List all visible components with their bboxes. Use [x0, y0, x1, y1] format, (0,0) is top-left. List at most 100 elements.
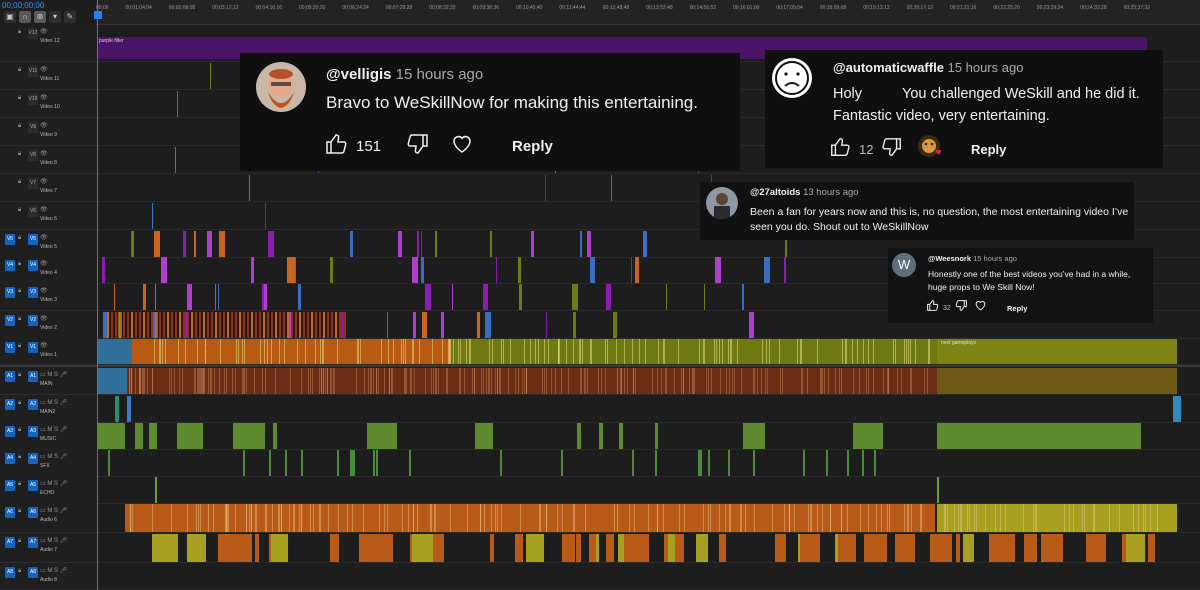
timeline-clip[interactable]	[477, 312, 480, 338]
timeline-clip[interactable]	[910, 339, 911, 364]
timeline-clip[interactable]	[632, 450, 634, 476]
timeline-clip[interactable]	[211, 368, 212, 394]
timeline-clip[interactable]	[492, 339, 493, 364]
timeline-clip[interactable]	[279, 312, 281, 338]
timeline-clip[interactable]	[235, 368, 236, 394]
timeline-clip[interactable]	[730, 504, 731, 532]
timeline-clip[interactable]	[334, 368, 335, 394]
timeline-clip[interactable]	[1069, 504, 1070, 532]
timeline-clip[interactable]	[177, 423, 203, 449]
timeline-clip[interactable]	[123, 312, 125, 338]
timeline-clip[interactable]	[526, 534, 544, 562]
timeline-clip[interactable]	[402, 504, 403, 532]
timeline-clip[interactable]	[435, 504, 436, 532]
timeline-clip[interactable]	[1073, 504, 1074, 532]
timeline-clip[interactable]	[963, 534, 974, 562]
timeline-clip[interactable]	[323, 312, 325, 338]
lock-icon[interactable]: 🔒︎	[18, 207, 21, 214]
timeline-clip[interactable]	[435, 231, 437, 257]
timeline-clip[interactable]	[661, 368, 662, 394]
timeline-clip[interactable]	[720, 368, 721, 394]
timeline-clip[interactable]	[742, 284, 744, 310]
track-lane-a2[interactable]	[97, 395, 1200, 423]
timeline-clip[interactable]	[483, 368, 484, 394]
timeline-clip[interactable]	[249, 504, 250, 532]
timeline-clip[interactable]	[927, 368, 928, 394]
timeline-clip[interactable]	[866, 368, 867, 394]
timeline-clip[interactable]	[185, 339, 186, 364]
timeline-clip[interactable]	[624, 368, 625, 394]
timeline-clip[interactable]	[767, 368, 768, 394]
timeline-clip[interactable]	[807, 368, 808, 394]
timeline-clip[interactable]	[897, 368, 898, 394]
timeline-clip[interactable]	[393, 339, 394, 364]
lock-icon[interactable]: 🔒︎	[18, 29, 21, 36]
timeline-clip[interactable]	[1036, 504, 1037, 532]
timeline-clip[interactable]	[621, 368, 622, 394]
timeline-clip[interactable]	[417, 231, 419, 257]
timeline-clip[interactable]	[425, 284, 431, 310]
timeline-clip[interactable]	[297, 339, 298, 364]
timeline-clip[interactable]	[960, 504, 961, 532]
timeline-clip[interactable]	[450, 339, 451, 364]
timeline-clip[interactable]	[846, 339, 847, 364]
timeline-clip[interactable]	[566, 339, 567, 364]
timeline-clip[interactable]	[331, 368, 332, 394]
timeline-clip[interactable]	[165, 339, 166, 364]
timeline-clip[interactable]	[573, 504, 574, 532]
timeline-clip[interactable]	[663, 504, 664, 532]
eye-icon[interactable]: 👁︎	[40, 94, 48, 101]
timeline-clip[interactable]	[167, 312, 169, 338]
lock-icon[interactable]: 🔒︎	[18, 179, 21, 186]
source-patch[interactable]: V5	[5, 234, 15, 245]
timeline-clip[interactable]	[643, 231, 647, 257]
timeline-clip[interactable]	[893, 339, 894, 364]
timeline-clip[interactable]	[606, 284, 611, 310]
timeline-clip[interactable]	[614, 504, 615, 532]
timeline-clip[interactable]	[195, 368, 196, 394]
timeline-clip[interactable]	[438, 368, 439, 394]
timeline-clip[interactable]	[360, 339, 361, 364]
timeline-clip[interactable]	[239, 312, 241, 338]
timeline-clip[interactable]	[289, 504, 290, 532]
timeline-clip[interactable]	[364, 368, 365, 394]
timeline-clip[interactable]	[256, 504, 257, 532]
track-target[interactable]: A2	[28, 399, 38, 410]
timeline-clip[interactable]	[323, 339, 324, 364]
timeline-clip[interactable]	[362, 534, 373, 562]
timeline-clip[interactable]	[363, 504, 364, 532]
timeline-clip[interactable]	[524, 368, 525, 394]
track-lane-a3[interactable]	[97, 422, 1200, 450]
timeline-clip[interactable]	[728, 450, 730, 476]
track-target[interactable]: A7	[28, 537, 38, 548]
timeline-clip[interactable]	[822, 368, 823, 394]
timeline-clip[interactable]	[757, 368, 758, 394]
timeline-clip[interactable]	[406, 368, 407, 394]
timeline-clip[interactable]	[220, 339, 221, 364]
timeline-clip[interactable]	[555, 368, 556, 394]
timeline-clip[interactable]	[401, 339, 402, 364]
timeline-clip[interactable]	[144, 368, 145, 394]
timeline-clip[interactable]	[743, 423, 765, 449]
timeline-clip[interactable]	[460, 339, 461, 364]
timeline-clip[interactable]	[131, 312, 133, 338]
track-lane-a8[interactable]	[97, 563, 1200, 590]
timeline-clip[interactable]	[388, 339, 389, 364]
timeline-clip[interactable]	[115, 312, 117, 338]
like-icon[interactable]	[829, 136, 851, 163]
timeline-clip[interactable]	[591, 339, 592, 364]
timeline-clip[interactable]	[152, 203, 153, 229]
timeline-clip[interactable]	[235, 504, 236, 532]
timeline-clip[interactable]	[171, 368, 172, 394]
dislike-icon[interactable]	[955, 299, 968, 317]
timeline-clip[interactable]	[860, 504, 861, 532]
timeline-clip[interactable]	[881, 504, 882, 532]
track-lane-a4[interactable]	[97, 449, 1200, 477]
source-patch[interactable]: V1	[5, 342, 15, 353]
timeline-clip[interactable]	[694, 368, 695, 394]
timeline-clip[interactable]	[233, 423, 265, 449]
timeline-clip[interactable]	[700, 450, 702, 476]
timeline-clip[interactable]	[601, 368, 602, 394]
timeline-clip[interactable]	[107, 312, 109, 338]
lock-icon[interactable]: 🔒︎	[18, 481, 21, 488]
